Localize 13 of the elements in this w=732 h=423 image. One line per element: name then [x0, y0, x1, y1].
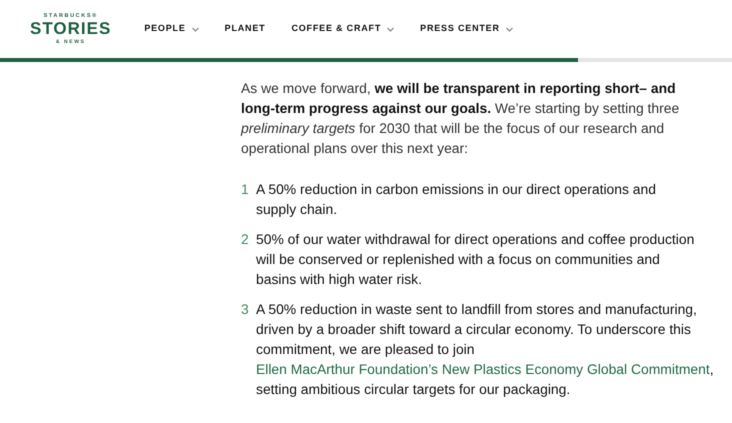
target-text: A 50% reduction in carbon emissions in our direct operations and supply chain. [256, 180, 657, 219]
nav-item[interactable]: PRESS CENTER [420, 22, 513, 36]
nav-item[interactable]: PEOPLE [144, 22, 199, 36]
target-text: 50% of our water withdrawal for direct operations and coffee production will be conserved or replenished with a focus on communities and basins with high water risk. [256, 230, 696, 289]
list-number: 1 [241, 180, 249, 199]
intro-paragraph: As we move forward, we will be transparent in reporting short– and long-term progress against our goals. We’re starting by setting three preliminary targets for 2030 that will be the focus of our research and operational plans over this next year: [241, 79, 680, 158]
commitment-link[interactable]: Ellen MacArthur [256, 361, 359, 377]
list-number: 2 [241, 230, 249, 249]
nav-item[interactable]: COFFEE & CRAFT [291, 22, 394, 36]
nav-item[interactable]: PLANET [224, 22, 266, 36]
commitment-link[interactable]: Foundation’s New Plastics Economy Global Commitment [358, 361, 710, 377]
list-number: 3 [241, 300, 249, 319]
target-text: A 50% reduction in waste sent to landfill from stores and manufacturing, driven by a broader shift toward a circular economy. To underscore this commitment, we are pleased to join Ellen MacArthur Foundation’s New Plastics Economy Global Commitment, setting ambitious circular targets for our packaging. [256, 300, 714, 399]
